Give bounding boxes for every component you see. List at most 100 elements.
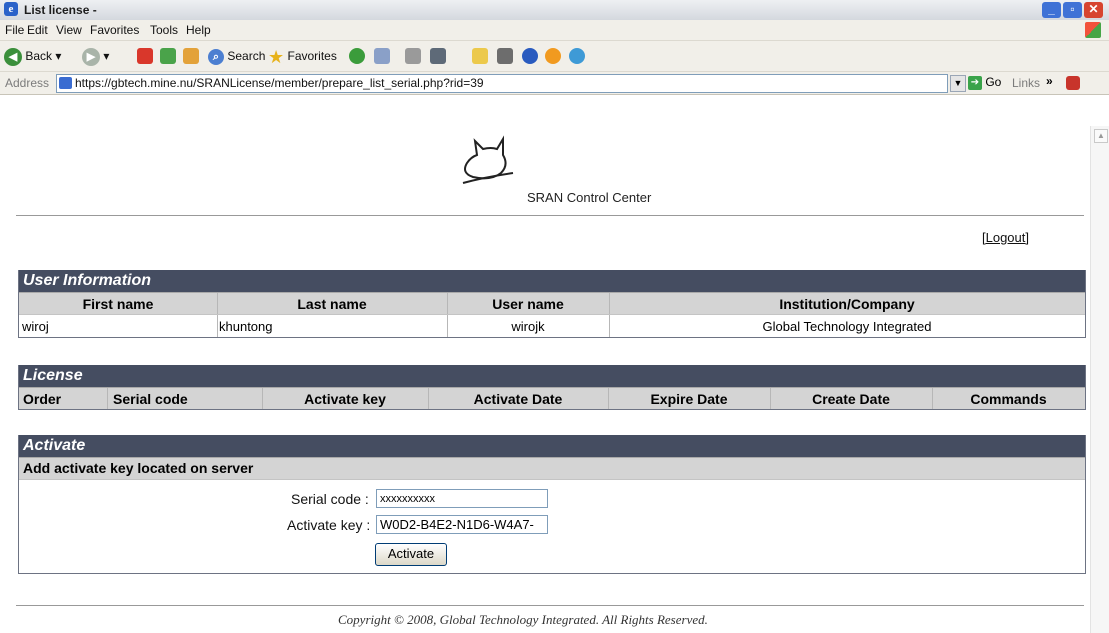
copyright-text: Copyright © 2008, Global Technology Inte… [338, 612, 708, 627]
go-arrow-icon: ➔ [968, 75, 982, 90]
folder-icon[interactable] [472, 48, 488, 64]
user-info-header-row: First name Last name User name Instituti… [19, 292, 1085, 314]
window-title: List license - [24, 3, 97, 17]
forward-arrow-icon: ▶ [82, 47, 100, 66]
col-user-name: User name [492, 296, 564, 312]
refresh-icon[interactable] [160, 48, 176, 64]
address-input[interactable]: https://gbtech.mine.nu/SRANLicense/membe… [56, 74, 948, 93]
research-icon[interactable] [497, 48, 513, 64]
col-divider [262, 388, 263, 409]
col-expire-date: Expire Date [650, 391, 728, 407]
search-label: Search [227, 49, 266, 63]
user-info-title: User Information [19, 270, 1085, 292]
col-activate-date: Activate Date [473, 391, 563, 407]
windows-logo-icon [1085, 22, 1101, 38]
col-divider [770, 388, 771, 409]
menu-tools[interactable]: Tools [150, 23, 178, 37]
activate-form: Serial code : Activate key : Activate [19, 479, 1085, 573]
col-divider [608, 388, 609, 409]
col-divider [428, 388, 429, 409]
extension-icon[interactable] [1066, 76, 1080, 90]
messenger-icon[interactable] [545, 48, 561, 64]
vertical-scrollbar[interactable]: ▲ [1090, 126, 1109, 633]
bluetooth-icon[interactable] [522, 48, 538, 64]
edit-icon[interactable] [430, 48, 446, 64]
col-institution: Institution/Company [779, 296, 915, 312]
menu-bar: File Edit View Favorites Tools Help [0, 20, 1109, 41]
window-titlebar: e List license - _ ▫ ✕ [0, 0, 1109, 21]
toolbar: ◀ Back ▾ ▶ ▾ ⌕ Search ★ Favorites [0, 41, 1109, 72]
maximize-button[interactable]: ▫ [1063, 2, 1082, 18]
go-button[interactable]: ➔ Go [968, 75, 1001, 90]
favorites-button[interactable]: ★ Favorites [268, 46, 337, 67]
header-divider [16, 215, 1084, 216]
col-divider [447, 293, 448, 314]
col-divider [107, 388, 108, 409]
menu-edit[interactable]: Edit [27, 23, 48, 37]
cell-last-name: khuntong [219, 319, 273, 334]
cell-user-name: wirojk [511, 319, 545, 334]
menu-help[interactable]: Help [186, 23, 211, 37]
license-title: License [19, 365, 1085, 387]
activate-button[interactable]: Activate [375, 543, 447, 566]
col-serial-code: Serial code [113, 391, 188, 407]
links-label[interactable]: Links [1012, 76, 1040, 90]
col-order: Order [23, 391, 62, 407]
menu-file[interactable]: File [5, 23, 24, 37]
col-commands: Commands [970, 391, 1047, 407]
col-last-name: Last name [297, 296, 367, 312]
ie-icon: e [4, 2, 18, 16]
back-label: Back [25, 49, 53, 63]
address-dropdown-icon[interactable]: ▼ [950, 75, 966, 92]
mail-icon[interactable] [374, 48, 390, 64]
go-label: Go [985, 75, 1002, 89]
search-button[interactable]: ⌕ Search [208, 46, 265, 66]
col-create-date: Create Date [812, 391, 890, 407]
activate-section: Activate Add activate key located on ser… [18, 435, 1086, 574]
activate-subtitle: Add activate key located on server [19, 457, 1085, 479]
activate-key-label: Activate key : [287, 517, 371, 533]
cell-first-name: wiroj [22, 319, 49, 334]
user-info-section: User Information First name Last name Us… [18, 270, 1086, 338]
cell-institution: Global Technology Integrated [762, 319, 932, 334]
close-button[interactable]: ✕ [1084, 2, 1103, 18]
menu-view[interactable]: View [56, 23, 82, 37]
print-icon[interactable] [405, 48, 421, 64]
license-header-row: Order Serial code Activate key Activate … [19, 387, 1085, 409]
serial-code-label: Serial code : [291, 491, 369, 507]
links-chevron[interactable]: » [1046, 74, 1053, 88]
col-divider [609, 315, 610, 337]
minimize-button[interactable]: _ [1042, 2, 1061, 18]
activate-key-input[interactable] [376, 515, 548, 534]
msn-icon[interactable] [569, 48, 585, 64]
license-section: License Order Serial code Activate key A… [18, 365, 1086, 410]
table-row: wiroj khuntong wirojk Global Technology … [19, 314, 1085, 337]
home-icon[interactable] [183, 48, 199, 64]
favorites-star-icon: ★ [268, 46, 285, 67]
col-first-name: First name [82, 296, 154, 312]
address-label: Address [5, 76, 50, 90]
forward-button[interactable]: ▶ ▾ [82, 46, 109, 66]
logout-link[interactable]: [Logout] [982, 230, 1029, 245]
col-divider [447, 315, 448, 337]
col-divider [932, 388, 933, 409]
activate-title: Activate [19, 435, 1085, 457]
address-bar: Address https://gbtech.mine.nu/SRANLicen… [0, 72, 1109, 95]
search-icon: ⌕ [208, 48, 224, 65]
stop-icon[interactable] [137, 48, 153, 64]
page-icon [59, 77, 72, 89]
back-arrow-icon: ◀ [4, 47, 22, 66]
back-button[interactable]: ◀ Back ▾ [4, 46, 61, 66]
col-divider [609, 293, 610, 314]
sran-cat-logo [462, 135, 514, 184]
col-divider [217, 315, 218, 337]
col-divider [217, 293, 218, 314]
app-name: SRAN Control Center [527, 190, 652, 205]
page-content: SRAN Control Center [Logout] User Inform… [0, 95, 1090, 633]
serial-code-input[interactable] [376, 489, 548, 508]
history-icon[interactable] [349, 48, 365, 64]
col-activate-key: Activate key [304, 391, 386, 407]
scroll-up-icon[interactable]: ▲ [1094, 129, 1108, 143]
favorites-label: Favorites [287, 49, 337, 63]
menu-favorites[interactable]: Favorites [90, 23, 139, 37]
